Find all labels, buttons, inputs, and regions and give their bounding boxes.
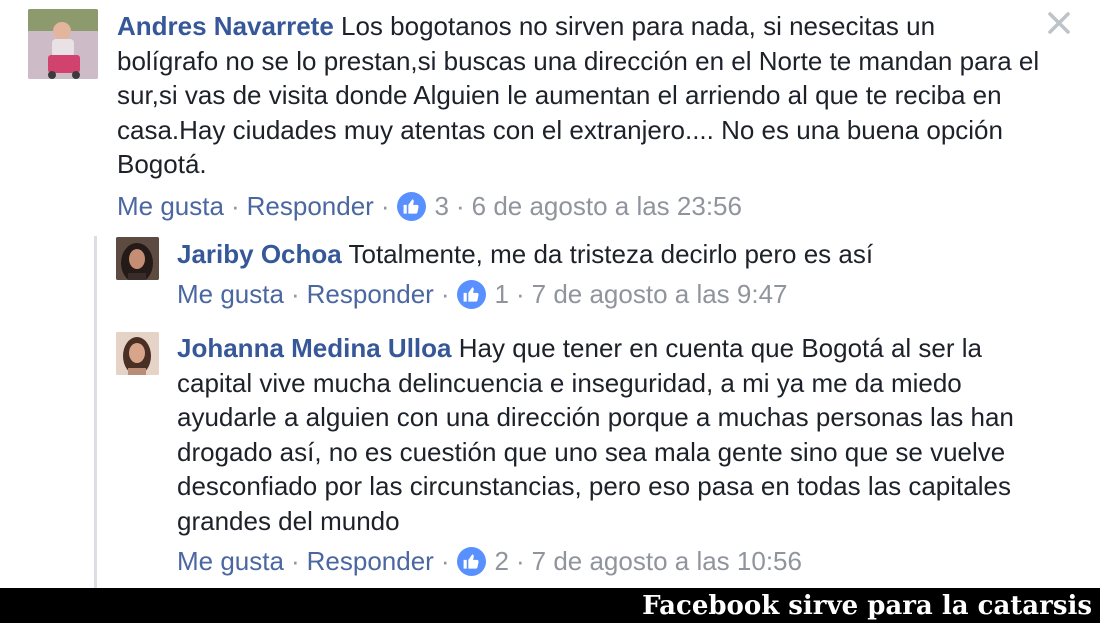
reply-actions: Me gusta · Responder · 1 · 7 de agosto a…	[177, 279, 788, 309]
separator: ·	[455, 191, 465, 221]
caption-text: Facebook sirve para la catarsis	[642, 591, 1092, 621]
separator: ·	[290, 546, 300, 576]
reaction-count[interactable]: 1	[495, 279, 509, 309]
reply-thread-line	[94, 236, 97, 588]
avatar[interactable]	[28, 9, 98, 79]
caption-banner: Facebook sirve para la catarsis	[0, 588, 1100, 623]
reply-actions: Me gusta · Responder · 2 · 7 de agosto a…	[177, 546, 802, 576]
separator: ·	[440, 546, 450, 576]
like-link[interactable]: Me gusta	[177, 279, 284, 309]
avatar[interactable]	[116, 332, 159, 375]
reply-text: Hay que tener en cuenta que Bogotá al se…	[177, 333, 1014, 536]
separator: ·	[515, 546, 525, 576]
separator: ·	[440, 279, 450, 309]
comment-author[interactable]: Andres Navarrete	[117, 11, 334, 41]
avatar[interactable]	[116, 237, 159, 280]
reply-link[interactable]: Responder	[247, 191, 374, 221]
timestamp[interactable]: 7 de agosto a las 9:47	[532, 279, 788, 309]
separator: ·	[380, 191, 390, 221]
reply-text: Totalmente, me da tristeza decirlo pero …	[348, 239, 874, 269]
reply-link[interactable]: Responder	[307, 546, 434, 576]
close-icon[interactable]	[1046, 10, 1072, 36]
thumbs-up-icon[interactable]	[396, 191, 426, 221]
like-link[interactable]: Me gusta	[117, 191, 224, 221]
timestamp[interactable]: 7 de agosto a las 10:56	[532, 546, 802, 576]
like-link[interactable]: Me gusta	[177, 546, 284, 576]
reply-body: Johanna Medina Ulloa Hay que tener en cu…	[177, 331, 1037, 538]
separator: ·	[230, 191, 240, 221]
reaction-count[interactable]: 2	[495, 546, 509, 576]
comment-body: Andres Navarrete Los bogotanos no sirven…	[117, 9, 1042, 182]
comment-actions: Me gusta · Responder · 3 · 6 de agosto a…	[117, 191, 742, 221]
reply-body: Jariby Ochoa Totalmente, me da tristeza …	[177, 237, 1057, 272]
reply-author[interactable]: Johanna Medina Ulloa	[177, 333, 452, 363]
separator: ·	[515, 279, 525, 309]
separator: ·	[290, 279, 300, 309]
reply-author[interactable]: Jariby Ochoa	[177, 239, 342, 269]
timestamp[interactable]: 6 de agosto a las 23:56	[472, 191, 742, 221]
thumbs-up-icon[interactable]	[456, 279, 486, 309]
reaction-count[interactable]: 3	[435, 191, 449, 221]
reply-link[interactable]: Responder	[307, 279, 434, 309]
thumbs-up-icon[interactable]	[456, 546, 486, 576]
